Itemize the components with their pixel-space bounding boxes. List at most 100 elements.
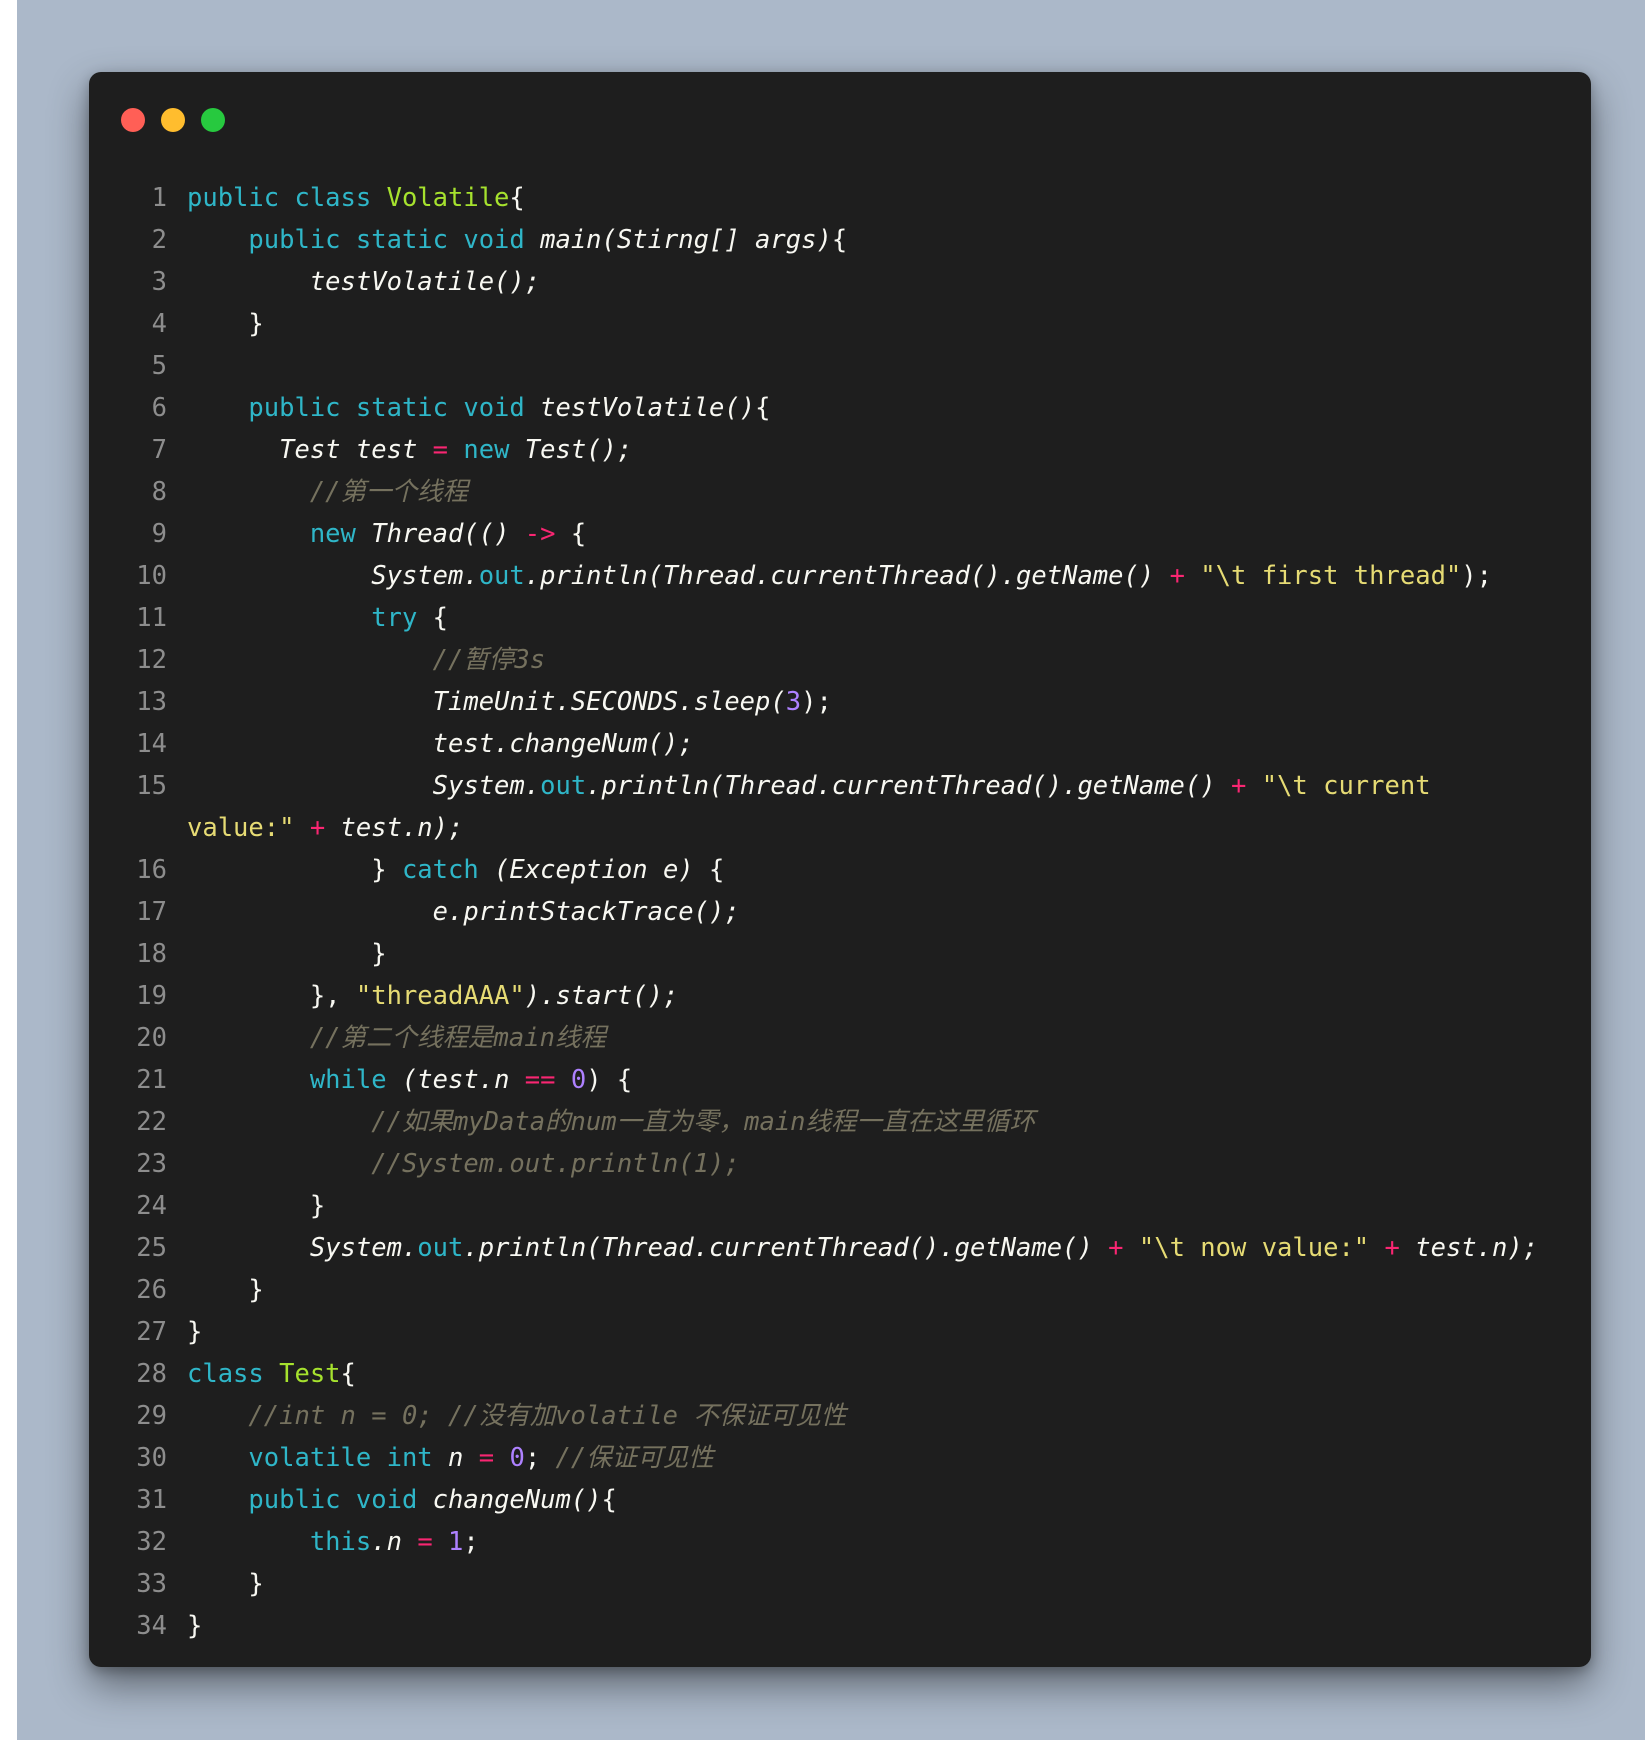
code-line: 14 test.changeNum();	[89, 723, 1591, 765]
code-token: }	[187, 939, 387, 969]
line-number: 2	[151, 225, 167, 255]
code-token: //int n = 0; //没有加volatile 不保证可见性	[248, 1401, 847, 1431]
line-number: 5	[151, 351, 167, 381]
code-token: System.	[432, 771, 541, 801]
code-token: }	[187, 855, 402, 885]
line-source: System.out.println(Thread.currentThread(…	[187, 555, 1492, 597]
line-number: 25	[136, 1233, 167, 1263]
line-number: 32	[136, 1527, 167, 1557]
line-source: }	[187, 1563, 263, 1605]
code-line: 18 }	[89, 933, 1591, 975]
code-line: 7 Test test = new Test();	[89, 429, 1591, 471]
line-number: 4	[151, 309, 167, 339]
line-source: System.out.println(Thread.currentThread(…	[187, 1227, 1538, 1269]
code-token: Test test	[279, 435, 433, 465]
code-token: .println(Thread.currentThread().getName(…	[463, 1233, 1109, 1263]
code-token: 3	[785, 687, 802, 717]
line-number: 16	[136, 855, 167, 885]
line-number: 17	[136, 897, 167, 927]
code-line: 25 System.out.println(Thread.currentThre…	[89, 1227, 1591, 1269]
code-token: Thread(()	[371, 519, 525, 549]
code-token: new	[463, 435, 525, 465]
code-line: 15 System.out.println(Thread.currentThre…	[89, 765, 1591, 807]
code-token: test.changeNum();	[432, 729, 694, 759]
line-number: 34	[136, 1611, 167, 1641]
line-source: public class Volatile{	[187, 177, 525, 219]
code-token: {	[709, 855, 725, 885]
code-line: 4 }	[89, 303, 1591, 345]
line-source: public static void main(Stirng[] args){	[187, 219, 847, 261]
code-line: 11 try {	[89, 597, 1591, 639]
code-token: );	[801, 687, 832, 717]
code-token: ->	[524, 519, 571, 549]
line-number: 29	[136, 1401, 167, 1431]
line-source: value:" + test.n);	[187, 807, 463, 849]
code-token: //第一个线程	[309, 477, 469, 507]
code-token: +	[1230, 771, 1262, 801]
code-token: out	[540, 771, 587, 801]
code-token: ) {	[586, 1065, 633, 1095]
code-token: }	[187, 1611, 203, 1641]
maximize-dot-icon[interactable]	[201, 108, 225, 132]
code-token: class	[187, 1359, 280, 1389]
line-source: }, "threadAAA").start();	[187, 975, 679, 1017]
code-line: 8 //第一个线程	[89, 471, 1591, 513]
line-source: e.printStackTrace();	[187, 891, 740, 933]
code-token: "threadAAA"	[355, 981, 525, 1011]
code-token: {	[570, 519, 587, 549]
line-source: } catch (Exception e) {	[187, 849, 724, 891]
code-token: n	[448, 1443, 479, 1473]
code-token: testVolatile();	[309, 267, 541, 297]
code-token: "\t current	[1261, 771, 1431, 801]
line-source: }	[187, 1605, 202, 1647]
line-number: 13	[136, 687, 167, 717]
line-source: //如果myData的num一直为零，main线程一直在这里循环	[187, 1101, 1035, 1143]
line-source: }	[187, 303, 263, 345]
line-source: }	[187, 1311, 202, 1353]
line-number: 1	[151, 183, 167, 213]
code-token: out	[478, 561, 525, 591]
code-token: e.printStackTrace();	[432, 897, 740, 927]
code-token: main(Stirng[] args)	[540, 225, 832, 255]
code-token: public static void	[248, 225, 541, 255]
code-line: 26 }	[89, 1269, 1591, 1311]
line-source: //int n = 0; //没有加volatile 不保证可见性	[187, 1395, 846, 1437]
line-source: //第一个线程	[187, 471, 468, 513]
line-number: 3	[151, 267, 167, 297]
code-line: 20 //第二个线程是main线程	[89, 1017, 1591, 1059]
code-token: (Exception e)	[494, 855, 709, 885]
code-line: 6 public static void testVolatile(){	[89, 387, 1591, 429]
code-token: //第二个线程是main线程	[309, 1023, 606, 1053]
line-number: 6	[151, 393, 167, 423]
code-token: System.	[371, 561, 479, 591]
code-line: 2 public static void main(Stirng[] args)…	[89, 219, 1591, 261]
code-token: }	[187, 1191, 326, 1221]
code-line: 5	[89, 345, 1591, 387]
code-token: this	[309, 1527, 372, 1557]
code-line: 9 new Thread(() -> {	[89, 513, 1591, 555]
code-line: 30 volatile int n = 0; //保证可见性	[89, 1437, 1591, 1479]
code-token: },	[187, 981, 356, 1011]
code-line: 21 while (test.n == 0) {	[89, 1059, 1591, 1101]
code-token: +	[309, 813, 341, 843]
code-line: 31 public void changeNum(){	[89, 1479, 1591, 1521]
line-number: 9	[151, 519, 167, 549]
code-line: 22 //如果myData的num一直为零，main线程一直在这里循环	[89, 1101, 1591, 1143]
line-source: test.changeNum();	[187, 723, 694, 765]
minimize-dot-icon[interactable]	[161, 108, 185, 132]
code-line: 12 //暂停3s	[89, 639, 1591, 681]
close-dot-icon[interactable]	[121, 108, 145, 132]
line-source: //System.out.println(1);	[187, 1143, 739, 1185]
code-token: Test	[279, 1359, 341, 1389]
code-token: +	[1384, 1233, 1416, 1263]
line-number: 10	[136, 561, 167, 591]
code-token: {	[755, 393, 771, 423]
